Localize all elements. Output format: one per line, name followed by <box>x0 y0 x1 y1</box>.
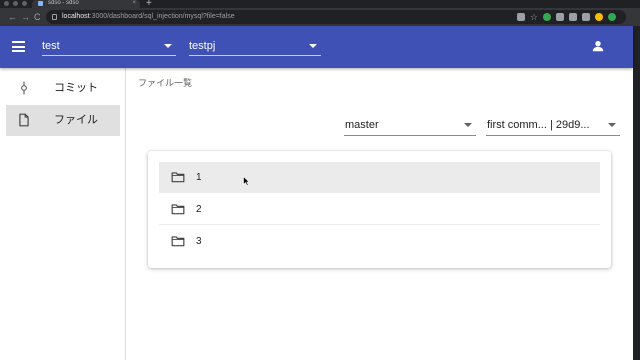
maximize-window-button[interactable] <box>22 0 27 6</box>
file-icon <box>19 113 29 127</box>
page-title: ファイル一覧 <box>138 78 193 88</box>
dropdown-arrow-icon <box>309 44 317 48</box>
zoom-icon[interactable] <box>516 13 525 21</box>
extension-icon[interactable] <box>595 13 603 21</box>
tab-close-icon[interactable]: × <box>132 0 136 6</box>
commit-select[interactable]: first comm... | 29d9... <box>486 114 620 136</box>
commit-select-value: first comm... | 29d9... <box>487 119 590 131</box>
extension-icon[interactable] <box>569 13 577 21</box>
minimize-window-button[interactable] <box>13 0 18 6</box>
reload-icon[interactable]: C <box>34 11 41 23</box>
folder-icon <box>171 236 185 247</box>
file-name: 1 <box>196 172 202 183</box>
branch-select-value: master <box>345 119 379 131</box>
repository-select[interactable]: testpj <box>189 36 321 56</box>
project-select-value: test <box>42 40 60 52</box>
back-icon[interactable]: ← <box>8 11 17 23</box>
main-content: ファイル一覧 master first comm... | 29d9... 1 <box>127 68 633 360</box>
app-bar: test testpj <box>0 26 633 68</box>
account-icon[interactable] <box>591 39 605 53</box>
extension-icon[interactable] <box>556 13 564 21</box>
project-select[interactable]: test <box>42 36 176 56</box>
sidebar-item-file[interactable]: ファイル <box>6 105 120 136</box>
profile-avatar-icon[interactable] <box>608 13 616 21</box>
window-edge <box>633 26 640 360</box>
mouse-cursor-icon <box>243 176 250 186</box>
sidebar-item-label: ファイル <box>54 114 98 126</box>
list-item[interactable]: 2 <box>159 194 600 225</box>
sidebar: コミット ファイル <box>0 68 126 360</box>
url-text: localhost:3000/dashboard/sql_injection/m… <box>62 13 235 21</box>
file-list-card: 1 2 3 <box>148 151 611 268</box>
page: コミット ファイル ファイル一覧 master first comm... | … <box>0 68 633 360</box>
url-host: localhost <box>62 13 90 20</box>
browser-extensions: ☆ <box>516 13 616 22</box>
browser-tab[interactable]: sdso - sdso × <box>32 0 140 8</box>
dropdown-arrow-icon <box>608 123 616 127</box>
sidebar-item-label: コミット <box>54 82 98 94</box>
sidebar-item-commit[interactable]: コミット <box>6 73 120 104</box>
browser-toolbar: ← → C localhost:3000/dashboard/sql_injec… <box>0 8 640 26</box>
repository-select-value: testpj <box>189 40 216 52</box>
address-bar[interactable]: localhost:3000/dashboard/sql_injection/m… <box>46 10 626 24</box>
url-path: :3000/dashboard/sql_injection/mysql?file… <box>89 13 235 20</box>
browser-tab-strip: sdso - sdso × + <box>0 0 640 9</box>
dropdown-arrow-icon <box>464 123 472 127</box>
extension-icon[interactable] <box>582 13 590 21</box>
folder-icon <box>171 172 185 183</box>
dropdown-arrow-icon <box>164 44 172 48</box>
favicon-icon <box>38 1 43 6</box>
bookmark-star-icon[interactable]: ☆ <box>530 13 538 22</box>
branch-select[interactable]: master <box>344 114 476 136</box>
hamburger-menu-icon[interactable] <box>12 41 25 52</box>
window-controls <box>4 0 27 6</box>
folder-icon <box>171 204 185 215</box>
list-item[interactable]: 3 <box>159 226 600 257</box>
close-window-button[interactable] <box>4 0 9 6</box>
file-name: 3 <box>196 236 202 247</box>
extension-icon[interactable] <box>543 13 551 21</box>
tab-title: sdso - sdso <box>48 0 79 6</box>
file-name: 2 <box>196 204 202 215</box>
commit-icon <box>21 81 27 95</box>
list-item[interactable]: 1 <box>159 162 600 193</box>
lock-icon <box>52 14 57 20</box>
forward-icon[interactable]: → <box>21 11 30 23</box>
